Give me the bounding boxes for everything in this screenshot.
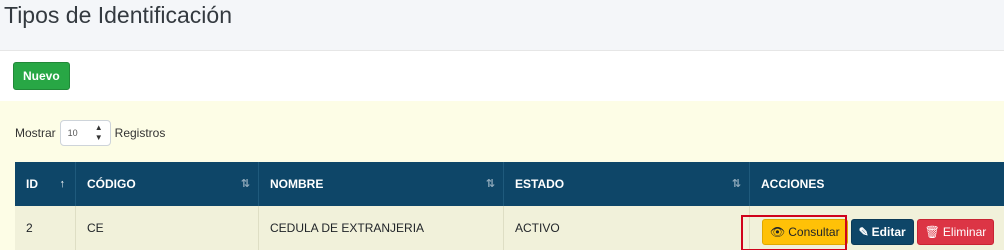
cell-id: 2 [15, 206, 76, 250]
page-length-select[interactable]: 10 ▲ ▼ [59, 120, 111, 146]
edit-button[interactable]: ✎ Editar [850, 219, 914, 245]
column-header-actions: ACCIONES [761, 177, 825, 191]
column-header-code[interactable]: CÓDIGO ⇅ [76, 162, 259, 206]
cell-code: CE [76, 206, 259, 250]
new-button[interactable]: Nuevo [13, 62, 70, 90]
show-label: Mostrar [15, 126, 56, 140]
sort-both-icon: ⇅ [731, 178, 741, 190]
sort-both-icon: ⇅ [485, 178, 495, 190]
records-label: Registros [114, 126, 166, 140]
sort-asc-icon: ↑ [59, 178, 66, 190]
column-header-name[interactable]: NOMBRE ⇅ [259, 162, 504, 206]
cell-status: ACTIVO [504, 206, 750, 250]
trash-icon: 🗑 [924, 225, 940, 239]
cell-name: CEDULA DE EXTRANJERIA [259, 206, 504, 250]
page-title: Tipos de Identificación [4, 2, 233, 28]
page-length-value: 10 [67, 128, 78, 138]
select-arrows-icon: ▲ ▼ [94, 123, 103, 142]
column-header-id[interactable]: ID ↑ [15, 162, 76, 206]
delete-button[interactable]: 🗑 Eliminar [916, 219, 995, 245]
column-header-status[interactable]: ESTADO ⇅ [504, 162, 750, 206]
edit-icon: ✎ [858, 225, 869, 239]
table-length-control: Mostrar 10 ▲ ▼ Registros [15, 119, 165, 147]
sort-both-icon: ⇅ [240, 178, 250, 190]
table-header: ID ↑ CÓDIGO ⇅ NOMBRE ⇅ ESTADO ⇅ ACCIONES [15, 162, 1004, 206]
highlight-box [741, 215, 847, 250]
toolbar: Nuevo [0, 50, 1004, 101]
